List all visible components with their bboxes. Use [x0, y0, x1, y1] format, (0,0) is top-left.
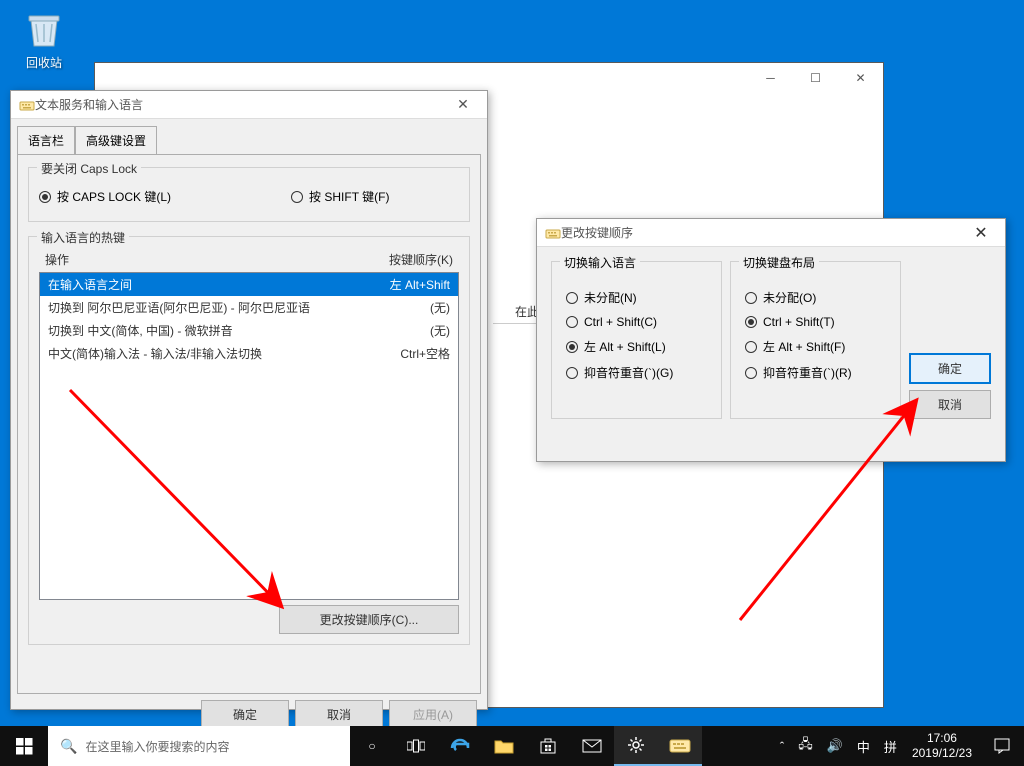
action-center-icon[interactable] [980, 726, 1024, 766]
keyboard-layout-group: 切换键盘布局 未分配(O) Ctrl + Shift(T) 左 Alt + Sh… [730, 261, 901, 419]
close-icon[interactable]: ✕ [961, 223, 1001, 243]
radio-dot-icon [291, 191, 303, 203]
start-button[interactable] [0, 726, 48, 766]
minimize-button[interactable]: ─ [748, 63, 793, 93]
settings-icon[interactable] [614, 726, 658, 766]
radio-unassigned-n[interactable]: 未分配(N) [566, 289, 707, 306]
keyboard-icon [545, 225, 561, 241]
radio-capslock[interactable]: 按 CAPS LOCK 键(L) [39, 188, 171, 205]
recycle-bin-icon [23, 8, 65, 50]
windows-icon [16, 738, 33, 755]
radio-dot-icon [566, 292, 578, 304]
cancel-button[interactable]: 取消 [295, 700, 383, 729]
radio-dot-icon [745, 341, 757, 353]
keyboard-layout-legend: 切换键盘布局 [739, 254, 819, 271]
search-icon: 🔍 [60, 738, 77, 755]
edge-icon[interactable] [438, 726, 482, 766]
taskbar: 🔍 在这里输入你要搜索的内容 ○ ˆ 🖧 🔊 中 拼 17:06 2019/12… [0, 726, 1024, 766]
hotkey-legend: 输入语言的热键 [37, 229, 129, 246]
tabs: 语言栏 高级键设置 [17, 125, 481, 154]
text-services-dialog: 文本服务和输入语言 ✕ 语言栏 高级键设置 要关闭 Caps Lock 按 CA… [10, 90, 488, 710]
change-hotkey-button[interactable]: 更改按键顺序(C)... [279, 605, 459, 634]
change-hotkey-title: 更改按键顺序 [561, 224, 961, 241]
radio-ctrl-shift-t[interactable]: Ctrl + Shift(T) [745, 315, 886, 329]
text-services-title: 文本服务和输入语言 [35, 96, 443, 113]
close-icon[interactable]: ✕ [443, 96, 483, 113]
radio-unassigned-o[interactable]: 未分配(O) [745, 289, 886, 306]
search-box[interactable]: 🔍 在这里输入你要搜索的内容 [48, 726, 350, 766]
hotkey-row[interactable]: 切换到 中文(简体, 中国) - 微软拼音(无) [40, 319, 458, 342]
explorer-icon[interactable] [482, 726, 526, 766]
recycle-bin[interactable]: 回收站 [14, 8, 74, 71]
radio-grave-r[interactable]: 抑音符重音(`)(R) [745, 364, 886, 381]
time: 17:06 [912, 731, 972, 746]
settings-titlebar: ─ ☐ ✕ [95, 63, 883, 93]
recycle-bin-label: 回收站 [26, 56, 62, 70]
capslock-group: 要关闭 Caps Lock 按 CAPS LOCK 键(L) 按 SHIFT 键… [28, 167, 470, 222]
radio-shift[interactable]: 按 SHIFT 键(F) [291, 188, 389, 205]
capslock-legend: 要关闭 Caps Lock [37, 160, 141, 177]
radio-dot-icon [566, 367, 578, 379]
maximize-button[interactable]: ☐ [793, 63, 838, 93]
col-action: 操作 [45, 251, 69, 268]
radio-dot-icon [745, 367, 757, 379]
tab-body: 要关闭 Caps Lock 按 CAPS LOCK 键(L) 按 SHIFT 键… [17, 154, 481, 694]
taskbar-app-icon[interactable] [658, 726, 702, 766]
radio-grave-g[interactable]: 抑音符重音(`)(G) [566, 364, 707, 381]
hotkey-row[interactable]: 在输入语言之间左 Alt+Shift [40, 273, 458, 296]
radio-alt-shift-f[interactable]: 左 Alt + Shift(F) [745, 338, 886, 355]
radio-dot-icon [566, 316, 578, 328]
task-view-icon[interactable] [394, 726, 438, 766]
cancel-button[interactable]: 取消 [909, 390, 991, 419]
tab-language-bar[interactable]: 语言栏 [17, 126, 75, 155]
store-icon[interactable] [526, 726, 570, 766]
radio-dot-icon [745, 316, 757, 328]
hotkey-group: 输入语言的热键 操作 按键顺序(K) 在输入语言之间左 Alt+Shift 切换… [28, 236, 470, 645]
ime-mode[interactable]: 拼 [877, 737, 904, 756]
keyboard-icon [19, 97, 35, 113]
hotkey-row[interactable]: 切换到 阿尔巴尼亚语(阿尔巴尼亚) - 阿尔巴尼亚语(无) [40, 296, 458, 319]
tab-advanced-keys[interactable]: 高级键设置 [75, 126, 157, 155]
hotkey-row[interactable]: 中文(简体)输入法 - 输入法/非输入法切换Ctrl+空格 [40, 342, 458, 365]
mail-icon[interactable] [570, 726, 614, 766]
radio-alt-shift-l[interactable]: 左 Alt + Shift(L) [566, 338, 707, 355]
radio-dot-icon [745, 292, 757, 304]
hotkey-header: 操作 按键顺序(K) [39, 251, 459, 272]
tray-expand-icon[interactable]: ˆ [773, 739, 791, 754]
cortana-icon[interactable]: ○ [350, 726, 394, 766]
ok-button[interactable]: 确定 [201, 700, 289, 729]
system-tray: ˆ 🖧 🔊 中 拼 17:06 2019/12/23 [773, 726, 1024, 766]
ok-button[interactable]: 确定 [909, 353, 991, 384]
volume-icon[interactable]: 🔊 [820, 738, 850, 754]
apply-button[interactable]: 应用(A) [389, 700, 477, 729]
col-keys: 按键顺序(K) [389, 251, 453, 268]
radio-dot-icon [566, 341, 578, 353]
search-placeholder: 在这里输入你要搜索的内容 [85, 738, 229, 755]
change-hotkey-titlebar[interactable]: 更改按键顺序 ✕ [537, 219, 1005, 247]
change-hotkey-dialog: 更改按键顺序 ✕ 切换输入语言 未分配(N) Ctrl + Shift(C) 左… [536, 218, 1006, 462]
clock[interactable]: 17:06 2019/12/23 [904, 731, 980, 761]
radio-ctrl-shift-c[interactable]: Ctrl + Shift(C) [566, 315, 707, 329]
close-button[interactable]: ✕ [838, 63, 883, 93]
hotkey-list[interactable]: 在输入语言之间左 Alt+Shift 切换到 阿尔巴尼亚语(阿尔巴尼亚) - 阿… [39, 272, 459, 600]
date: 2019/12/23 [912, 746, 972, 761]
radio-dot-icon [39, 191, 51, 203]
input-language-group: 切换输入语言 未分配(N) Ctrl + Shift(C) 左 Alt + Sh… [551, 261, 722, 419]
ime-language[interactable]: 中 [850, 737, 877, 756]
input-language-legend: 切换输入语言 [560, 254, 640, 271]
text-services-titlebar[interactable]: 文本服务和输入语言 ✕ [11, 91, 487, 119]
network-icon[interactable]: 🖧 [791, 735, 820, 757]
